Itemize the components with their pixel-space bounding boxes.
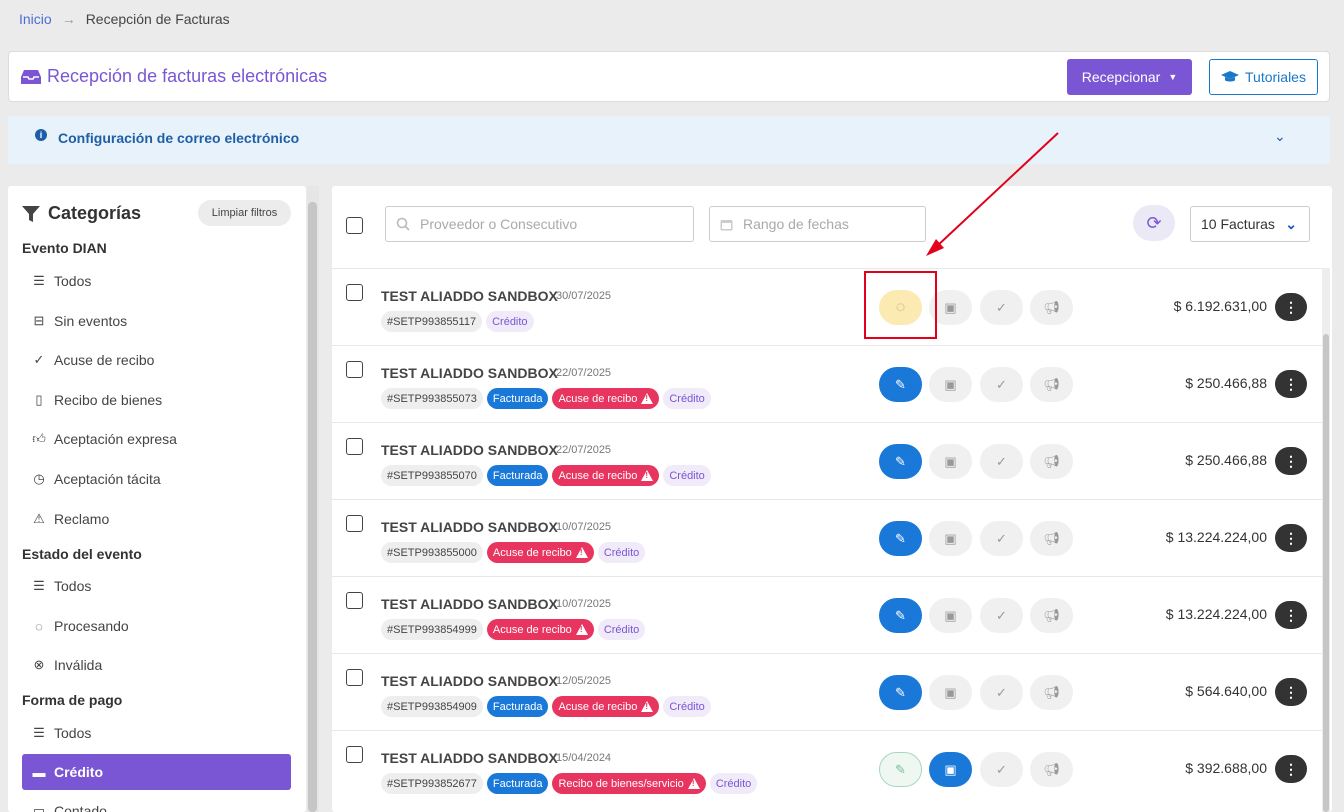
annotation-arrow — [926, 132, 1059, 256]
